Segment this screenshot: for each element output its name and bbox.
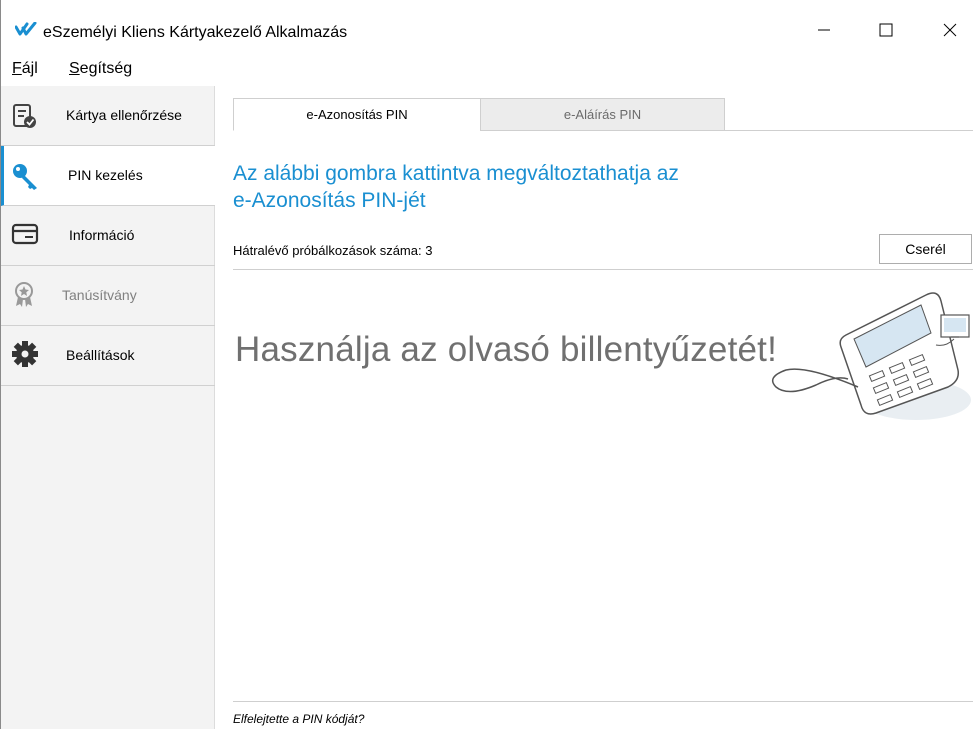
sidebar-item-pin[interactable]: PIN kezelés (1, 146, 215, 206)
sidebar-item-label: Tanúsítvány (62, 287, 137, 303)
minimize-icon (818, 29, 830, 31)
menu-help-accel: S (69, 60, 80, 77)
heading-line-1: Az alábbi gombra kattintva megváltoztath… (233, 162, 679, 185)
heading-line-2: e-Azonosítás PIN-jét (233, 189, 426, 212)
gear-icon (11, 340, 39, 368)
tab-e-identification-pin[interactable]: e-Azonosítás PIN (233, 98, 481, 131)
card-reader-illustration (771, 292, 971, 420)
app-window: eSzemélyi Kliens Kártyakezelő Alkalmazás… (0, 0, 976, 729)
sidebar-item-label: PIN kezelés (68, 167, 143, 183)
card-check-icon (11, 102, 39, 130)
key-icon (11, 162, 39, 190)
tab-e-signature-pin[interactable]: e-Aláírás PIN (480, 98, 725, 131)
close-icon (943, 23, 957, 37)
page-heading: Az alábbi gombra kattintva megváltoztath… (233, 160, 793, 214)
sidebar-item-label: Információ (69, 227, 135, 243)
tab-label: e-Azonosítás PIN (306, 107, 408, 122)
forgot-pin-link[interactable]: Elfelejtette a PIN kódját? (233, 712, 364, 726)
certificate-badge-icon (11, 280, 39, 308)
maximize-button[interactable] (863, 10, 909, 50)
credit-card-icon (11, 220, 39, 248)
sidebar-item-settings[interactable]: Beállítások (1, 326, 215, 386)
menu-help[interactable]: Segítség (69, 60, 132, 78)
reader-keypad-instruction: Használja az olvasó billentyűzetét! (235, 330, 778, 369)
tab-label: e-Aláírás PIN (563, 107, 642, 122)
window-title: eSzemélyi Kliens Kártyakezelő Alkalmazás (43, 24, 348, 41)
minimize-button[interactable] (801, 10, 847, 50)
tab-divider (481, 130, 973, 131)
menu-file-accel: F (12, 60, 22, 77)
sidebar-item-label: Beállítások (66, 347, 135, 363)
menu-file-label: ájl (21, 60, 38, 77)
change-pin-button[interactable]: Cserél (879, 234, 972, 264)
app-logo-icon (14, 21, 37, 41)
title-bar[interactable]: eSzemélyi Kliens Kártyakezelő Alkalmazás (1, 0, 976, 52)
sidebar-item-certificate[interactable]: Tanúsítvány (1, 266, 215, 326)
remaining-attempts: Hátralévő próbálkozások száma: 3 (233, 243, 433, 258)
menu-help-label: egítség (79, 60, 133, 77)
footer-divider (233, 701, 973, 702)
sidebar-item-card-check[interactable]: Kártya ellenőrzése (1, 86, 215, 146)
sidebar-item-info[interactable]: Információ (1, 206, 215, 266)
sidebar: Kártya ellenőrzése PIN kezelés Informáci… (1, 86, 215, 729)
close-button[interactable] (927, 10, 973, 50)
menu-file[interactable]: Fájl (12, 60, 38, 78)
content-divider (233, 269, 973, 270)
sidebar-item-label: Kártya ellenőrzése (66, 107, 182, 123)
maximize-icon (879, 23, 893, 37)
